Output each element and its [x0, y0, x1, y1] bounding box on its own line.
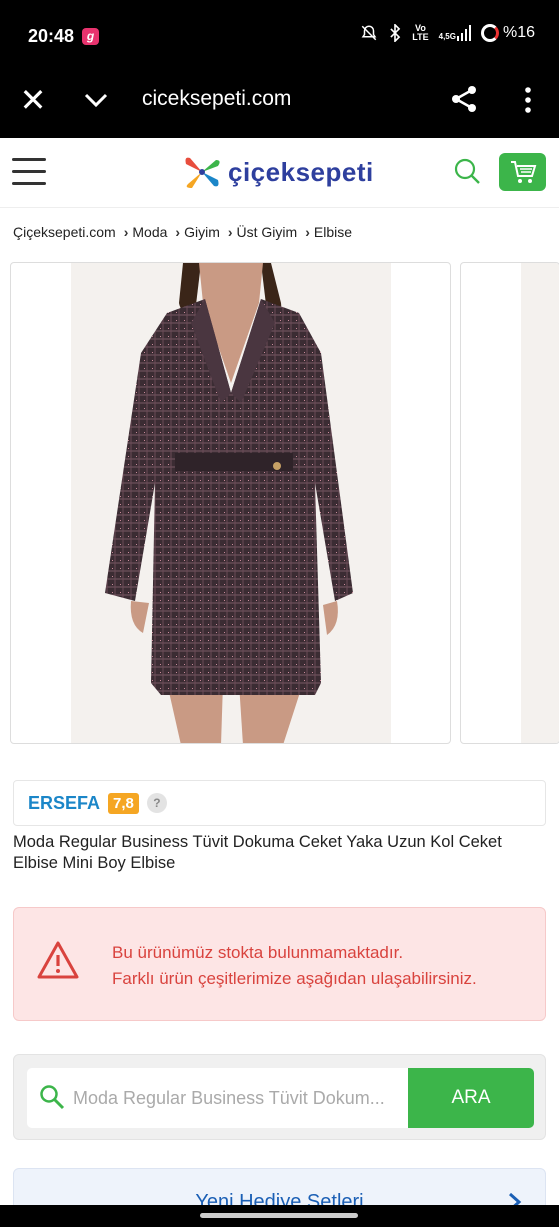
chevron-right-icon: › — [175, 224, 181, 240]
help-icon[interactable]: ? — [146, 793, 167, 813]
volte-indicator: Vo LTE — [412, 23, 429, 42]
home-gesture-handle[interactable] — [200, 1213, 358, 1218]
breadcrumb: Çiçeksepeti.com › Moda › Giyim › Üst Giy… — [13, 224, 352, 240]
battery-level: %16 — [502, 24, 535, 41]
status-time: 20:48 — [28, 26, 75, 46]
close-icon[interactable]: ✕ — [18, 84, 48, 116]
status-icons: Vo LTE 4,5G %16 — [360, 24, 535, 42]
chevron-right-icon: › — [227, 224, 233, 240]
breadcrumb-item[interactable]: Moda — [132, 224, 167, 240]
seller-info[interactable]: ERSEFA 7,8 ? — [13, 780, 546, 826]
app-notification-icon: g — [82, 28, 99, 45]
share-icon[interactable] — [450, 84, 478, 114]
browser-toolbar: ✕ ciceksepeti.com — [0, 72, 559, 138]
menu-icon[interactable] — [12, 158, 46, 186]
system-nav-bar — [0, 1205, 559, 1227]
out-of-stock-alert: Bu ürünümüz stokta bulunmamaktadır. Fark… — [13, 907, 546, 1021]
breadcrumb-item[interactable]: Giyim — [184, 224, 220, 240]
search-icon[interactable] — [452, 156, 482, 186]
url-bar[interactable]: ciceksepeti.com — [142, 87, 291, 111]
seller-score-badge: 7,8 — [108, 792, 139, 814]
alert-message: Bu ürünümüz stokta bulunmamaktadır. Fark… — [112, 943, 477, 988]
battery-icon — [480, 24, 499, 42]
site-logo[interactable]: çiçeksepeti — [182, 152, 374, 192]
bluetooth-icon — [390, 24, 401, 42]
product-title: Moda Regular Business Tüvit Dokuma Ceket… — [13, 833, 502, 872]
warning-icon — [37, 941, 79, 979]
signal-icon: 4,5G — [439, 25, 471, 41]
search-box — [27, 1068, 408, 1128]
flower-logo-icon — [185, 157, 220, 188]
product-image-next[interactable] — [460, 262, 559, 744]
chevron-right-icon: › — [305, 224, 310, 240]
seller-name[interactable]: ERSEFA — [28, 793, 100, 814]
search-input[interactable] — [73, 1068, 403, 1128]
status-bar: 20:48 g Vo LTE 4,5G %16 — [0, 0, 559, 72]
site-header: çiçeksepeti — [0, 138, 559, 208]
breadcrumb-item[interactable]: Üst Giyim — [237, 224, 298, 240]
chevron-down-icon[interactable] — [82, 86, 110, 114]
logo-text: çiçeksepeti — [228, 156, 374, 187]
breadcrumb-item[interactable]: Elbise — [314, 224, 352, 240]
mute-icon — [361, 25, 377, 41]
cart-icon — [510, 161, 536, 183]
product-search-panel: ARA — [13, 1054, 546, 1140]
product-image-main[interactable] — [10, 262, 451, 744]
cart-button[interactable] — [499, 153, 546, 191]
search-icon — [40, 1085, 65, 1110]
breadcrumb-item[interactable]: Çiçeksepeti.com — [13, 224, 116, 240]
dress-photo — [105, 263, 353, 743]
chevron-right-icon: › — [123, 224, 129, 240]
more-vert-icon[interactable] — [518, 86, 538, 114]
search-button[interactable]: ARA — [408, 1068, 534, 1128]
